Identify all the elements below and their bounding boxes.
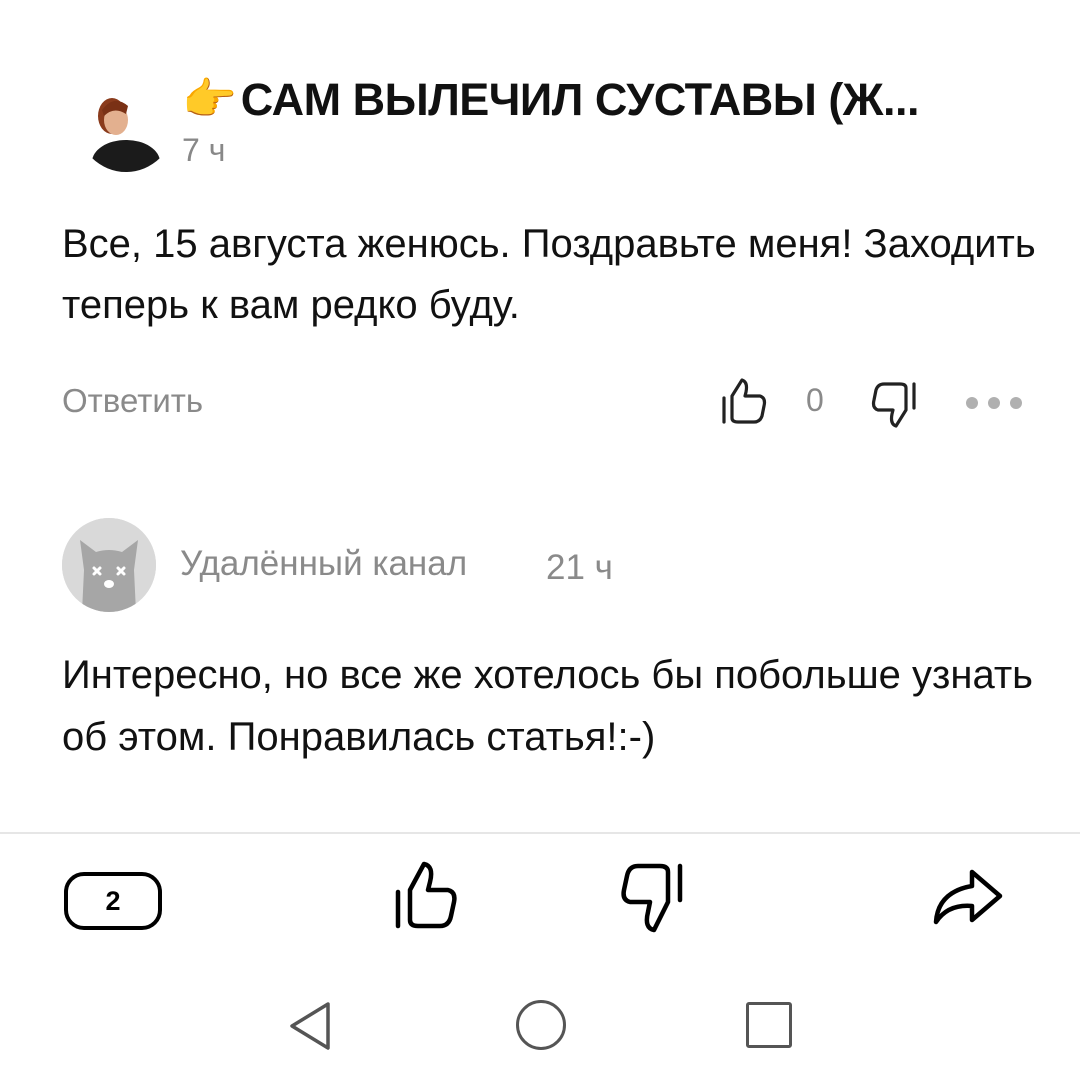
thumbs-down-icon[interactable] [616, 858, 690, 938]
comment-time: 7 ч [182, 132, 226, 168]
likes-count: 0 [806, 382, 824, 418]
avatar-photo [78, 76, 174, 172]
comment-time: 21 ч [546, 548, 613, 587]
thumbs-up-icon[interactable] [716, 374, 770, 428]
reply-button[interactable]: Ответить [62, 382, 203, 420]
comment-author[interactable]: Удалённый канал [180, 544, 467, 584]
dot [988, 397, 1000, 409]
comments-count: 2 [105, 885, 121, 916]
comment-text: Все, 15 августа женюсь. Поздравьте меня!… [62, 222, 1036, 327]
comment-author[interactable]: 👉 САМ ВЫЛЕЧИЛ СУСТАВЫ (Ж... [182, 70, 1002, 130]
dot [1010, 397, 1022, 409]
nav-back-icon[interactable] [286, 1000, 334, 1052]
comment-text: Интересно, но все же хотелось бы побольш… [62, 653, 1033, 759]
nav-home-icon[interactable] [516, 1000, 566, 1050]
dot [966, 397, 978, 409]
share-icon[interactable] [928, 866, 1004, 928]
more-dots-icon[interactable] [966, 390, 1022, 416]
thumbs-down-icon[interactable] [868, 378, 922, 432]
bottom-action-bar [0, 834, 1080, 964]
cat-placeholder-icon [62, 518, 156, 612]
author-name: САМ ВЫЛЕЧИЛ СУСТАВЫ (Ж... [240, 74, 920, 125]
author-avatar[interactable] [78, 76, 174, 172]
deleted-channel-avatar [62, 518, 156, 612]
pointing-hand-icon: 👉 [182, 75, 237, 124]
nav-recent-icon[interactable] [746, 1002, 792, 1048]
comments-button[interactable]: 2 [64, 872, 162, 930]
thumbs-up-icon[interactable] [388, 858, 462, 934]
